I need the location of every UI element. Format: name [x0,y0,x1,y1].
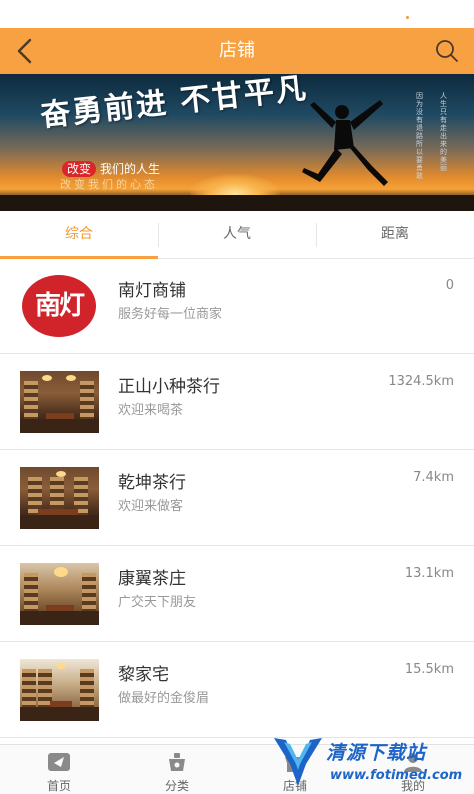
shop-distance: 13.1km [404,566,454,581]
tabbar-category[interactable]: 分类 [118,745,236,794]
search-icon [436,40,458,62]
status-dot [406,16,409,19]
banner-vertical-right: 人生只有走出来的美丽 [440,92,447,172]
tab-overall[interactable]: 综合 [0,211,158,259]
shop-name: 南灯商铺 [118,281,186,301]
shop-description: 欢迎来做客 [118,499,184,514]
watermark-url: www.fotimed.com [330,768,463,783]
tea-shop-interior-image [20,563,99,625]
sort-tabs: 综合 人气 距离 [0,211,474,259]
search-button[interactable] [432,36,462,66]
tab-popularity[interactable]: 人气 [158,211,316,259]
banner-tag-pill: 改变 [62,161,97,177]
watermark-text: 清源下载站 [326,742,427,764]
shop-distance: 1324.5km [388,374,454,389]
shop-photo [20,467,99,529]
shop-description: 做最好的金俊眉 [118,691,210,706]
shop-item-lijiazhai[interactable]: 黎家宅 做最好的金俊眉 15.5km [0,643,474,738]
home-icon [48,753,70,771]
banner-tag-text: 我们的人生 [100,162,161,176]
shop-description: 广交天下朋友 [118,595,197,610]
nandeng-logo: 南灯 [22,275,96,337]
promo-banner[interactable]: 奋勇前进 不甘平凡 改变 我们的人生 改变我们的心态 因为没有退路所以要勇敢 人生… [0,74,474,211]
page-title: 店铺 [219,40,255,61]
shop-logo: 南灯 [20,275,99,337]
banner-vertical-left: 因为没有退路所以要勇敢 [416,92,423,180]
tabbar-label: 首页 [46,779,71,793]
shop-name: 正山小种茶行 [118,377,220,397]
shop-distance: 7.4km [413,470,454,485]
category-icon [169,753,185,771]
shop-item-nandeng[interactable]: 南灯 南灯商铺 服务好每一位商家 0 [0,259,474,354]
shop-description: 服务好每一位商家 [118,307,223,322]
shop-distance: 0 [445,278,454,293]
banner-tagline: 改变 我们的人生 [62,160,160,177]
status-bar [0,0,474,28]
tabbar-label: 分类 [164,779,189,793]
shop-item-qiankun[interactable]: 乾坤茶行 欢迎来做客 7.4km [0,451,474,546]
shop-item-kangyi[interactable]: 康翼茶庄 广交天下朋友 13.1km [0,547,474,642]
chevron-left-icon [17,38,32,64]
tab-distance[interactable]: 距离 [316,211,474,259]
shop-photo [20,371,99,433]
back-button[interactable] [10,34,44,68]
banner-slogan: 奋勇前进 不甘平凡 [38,74,310,134]
tea-shop-interior-image [20,659,99,721]
watermark-logo [274,738,322,786]
tea-shop-interior-image [20,371,99,433]
shop-description: 欢迎来喝茶 [118,403,184,418]
site-watermark: 清源下载站 www.fotimed.com [270,730,470,792]
tabbar-home[interactable]: 首页 [0,745,118,794]
shop-photo [20,563,99,625]
shop-photo [20,659,99,721]
shop-item-zhengshan[interactable]: 正山小种茶行 欢迎来喝茶 1324.5km [0,355,474,450]
tea-shop-interior-image [20,467,99,529]
jumping-person-silhouette [302,100,388,186]
shop-name: 康翼茶庄 [118,569,186,589]
app-header: 店铺 [0,28,474,74]
shop-name: 乾坤茶行 [118,473,186,493]
shop-name: 黎家宅 [118,665,169,685]
banner-subline: 改变我们的心态 [60,178,158,191]
shop-distance: 15.5km [404,662,454,677]
